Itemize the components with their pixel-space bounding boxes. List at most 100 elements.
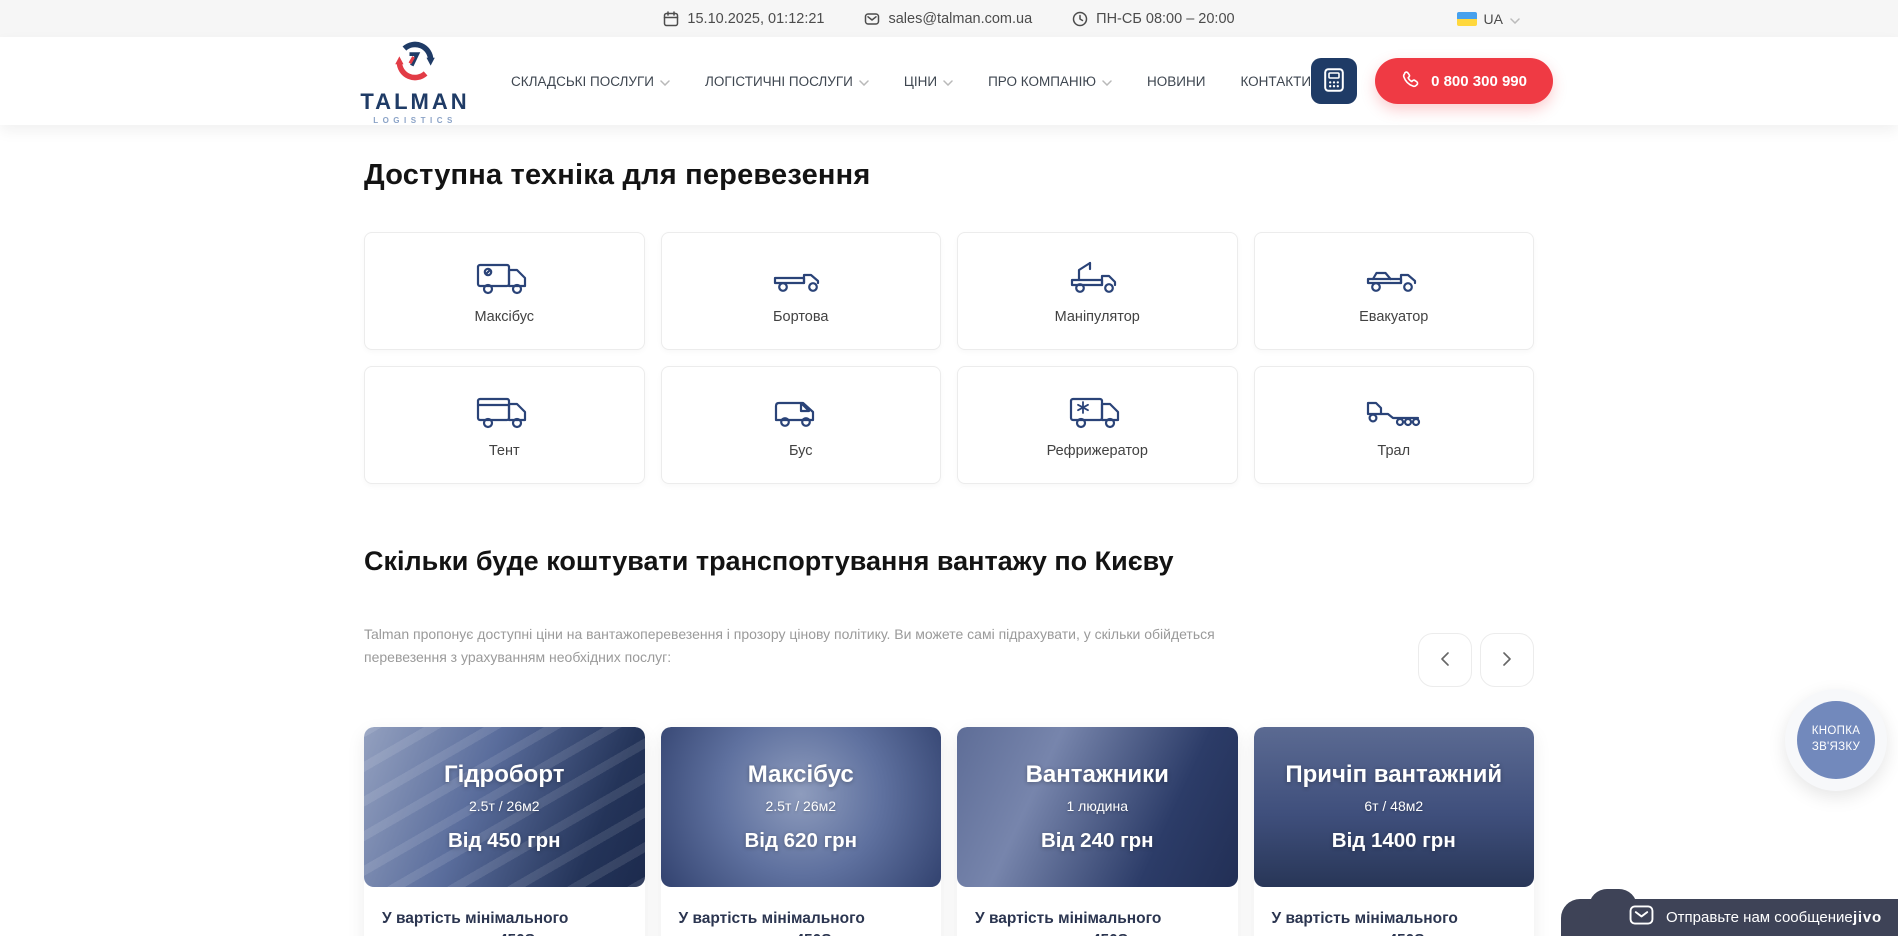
vehicle-card-tent[interactable]: Тент [364,366,645,484]
nav-menu: СКЛАДСЬКІ ПОСЛУГИ ЛОГІСТИЧНІ ПОСЛУГИ ЦІН… [511,74,1311,89]
chat-envelope-icon [1629,905,1654,930]
vehicle-label: Евакуатор [1359,309,1428,325]
vehicle-card-maxibus[interactable]: Максібус [364,232,645,350]
phone-icon [1401,70,1420,93]
pricing-card-photo: Гідроборт 2.5т / 26м2 Від 450 грн [364,727,645,887]
topbar-email[interactable]: sales@talman.com.ua [864,11,1032,27]
vehicle-label: Трал [1377,443,1410,459]
main-navigation: TALMAN LOGISTICS СКЛАДСЬКІ ПОСЛУГИ ЛОГІС… [0,37,1898,125]
vehicle-label: Тент [489,443,520,459]
pricing-card-subtitle: 1 людина [1066,798,1128,814]
mail-icon [864,11,880,27]
pricing-card-photo: Максібус 2.5т / 26м2 Від 620 грн [661,727,942,887]
nav-item-contacts[interactable]: КОНТАКТИ [1240,74,1311,89]
ukraine-flag-icon [1457,12,1477,26]
jivo-logo: jivo [1853,909,1882,926]
language-selector[interactable]: UA [1457,0,1520,37]
chevron-left-icon [1441,652,1449,669]
callback-button[interactable]: КНОПКА ЗВ'ЯЗКУ [1785,689,1887,791]
topbar-datetime: 15.10.2025, 01:12:21 [663,11,824,27]
pricing-card-title: Максібус [748,761,854,789]
topbar-datetime-text: 15.10.2025, 01:12:21 [687,11,824,27]
refrigerator-truck-icon [1068,392,1126,432]
nav-item-label: ЛОГІСТИЧНІ ПОСЛУГИ [705,74,853,89]
chat-message-text: Отправьте нам сообщение [1666,909,1853,926]
pricing-card-note: У вартість мінімального замовлення за 45… [382,908,627,936]
chevron-down-icon [943,74,953,89]
topbar-hours-text: ПН-СБ 08:00 – 20:00 [1096,11,1234,27]
topbar: 15.10.2025, 01:12:21 sales@talman.com.ua… [0,0,1898,37]
pricing-card-price: Від 450 грн [448,829,561,853]
pricing-cards: Гідроборт 2.5т / 26м2 Від 450 грн У варт… [364,727,1534,936]
pricing-description: Talman пропонує доступні ціни на вантажо… [364,623,1274,668]
pricing-card-subtitle: 2.5т / 26м2 [765,798,836,814]
nav-item-news[interactable]: НОВИНИ [1147,74,1205,89]
pricing-card-note: У вартість мінімального замовлення за 45… [975,908,1220,936]
van-icon [772,392,830,432]
pricing-card-price: Від 240 грн [1041,829,1154,853]
phone-button[interactable]: 0 800 300 990 [1375,58,1553,104]
chevron-down-icon [1510,11,1520,27]
logo-subtitle: LOGISTICS [373,116,457,125]
pricing-card-hydroboard[interactable]: Гідроборт 2.5т / 26м2 Від 450 грн У варт… [364,727,645,936]
chat-widget-bar[interactable]: Отправьте нам сообщение jivo [1561,899,1898,936]
pricing-card-photo: Причіп вантажний 6т / 48м2 Від 1400 грн [1254,727,1535,887]
carousel-controls [1418,633,1534,687]
vehicle-card-van[interactable]: Бус [661,366,942,484]
vehicle-card-crane[interactable]: Маніпулятор [957,232,1238,350]
crane-truck-icon [1068,258,1126,298]
topbar-email-text[interactable]: sales@talman.com.ua [888,11,1032,27]
pricing-card-title: Гідроборт [444,761,564,789]
pricing-card-price: Від 620 грн [744,829,857,853]
logo-title: TALMAN [360,91,469,113]
pricing-card-photo: Вантажники 1 людина Від 240 грн [957,727,1238,887]
vehicles-section-title: Доступна техніка для перевезення [364,159,1534,192]
vehicle-label: Бус [789,443,813,459]
language-code: UA [1484,11,1503,27]
vehicle-card-refrigerator[interactable]: Рефрижератор [957,366,1238,484]
tow-truck-icon [1365,258,1423,298]
pricing-card-subtitle: 6т / 48м2 [1364,798,1423,814]
nav-item-label: СКЛАДСЬКІ ПОСЛУГИ [511,74,654,89]
page: 15.10.2025, 01:12:21 sales@talman.com.ua… [0,0,1898,936]
nav-item-warehouse-services[interactable]: СКЛАДСЬКІ ПОСЛУГИ [511,74,670,89]
phone-number: 0 800 300 990 [1431,73,1527,90]
topbar-hours: ПН-СБ 08:00 – 20:00 [1072,11,1234,27]
vehicle-label: Максібус [474,309,534,325]
flatbed-truck-icon [772,258,830,298]
nav-item-prices[interactable]: ЦІНИ [904,74,953,89]
vehicle-label: Бортова [773,309,828,325]
pricing-card-maxibus[interactable]: Максібус 2.5т / 26м2 Від 620 грн У варті… [661,727,942,936]
carousel-prev-button[interactable] [1418,633,1472,687]
vehicle-label: Рефрижератор [1047,443,1148,459]
chevron-right-icon [1503,652,1511,669]
pricing-card-loaders[interactable]: Вантажники 1 людина Від 240 грн У вартіс… [957,727,1238,936]
pricing-card-cargo-trailer[interactable]: Причіп вантажний 6т / 48м2 Від 1400 грн … [1254,727,1535,936]
chevron-down-icon [660,74,670,89]
tent-truck-icon [475,392,533,432]
pricing-card-title: Вантажники [1026,761,1169,789]
vehicle-card-tow[interactable]: Евакуатор [1254,232,1535,350]
calculator-button[interactable] [1311,58,1357,104]
nav-item-label: ПРО КОМПАНІЮ [988,74,1096,89]
pricing-card-note: У вартість мінімального замовлення за 45… [679,908,924,936]
nav-item-label: НОВИНИ [1147,74,1205,89]
nav-item-label: КОНТАКТИ [1240,74,1311,89]
clock-icon [1072,11,1088,27]
talman-logo[interactable]: TALMAN LOGISTICS [351,38,479,125]
vehicle-label: Маніпулятор [1055,309,1140,325]
pricing-card-title: Причіп вантажний [1285,761,1502,789]
lowloader-truck-icon [1365,392,1423,432]
nav-item-about-company[interactable]: ПРО КОМПАНІЮ [988,74,1112,89]
chevron-down-icon [859,74,869,89]
calculator-icon [1324,68,1344,95]
vehicle-card-lowloader[interactable]: Трал [1254,366,1535,484]
callback-label-line1: КНОПКА [1812,724,1860,740]
talman-logo-mark-icon [392,38,438,89]
callback-label-line2: ЗВ'ЯЗКУ [1812,740,1860,756]
vehicle-card-flatbed[interactable]: Бортова [661,232,942,350]
nav-item-logistics-services[interactable]: ЛОГІСТИЧНІ ПОСЛУГИ [705,74,869,89]
chevron-down-icon [1102,74,1112,89]
carousel-next-button[interactable] [1480,633,1534,687]
pricing-card-note: У вартість мінімального замовлення за 45… [1272,908,1517,936]
